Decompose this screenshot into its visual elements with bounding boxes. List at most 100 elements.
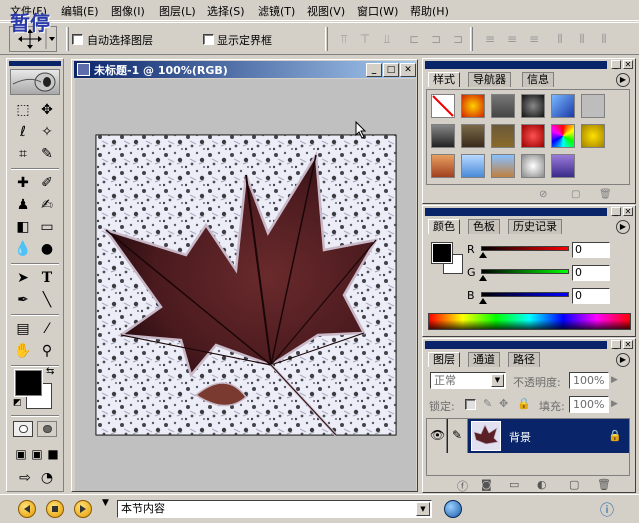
imageready-icon[interactable]: ◔ <box>36 467 58 489</box>
layer-visibility-cell[interactable]: 👁 <box>427 419 447 453</box>
clear-style-icon[interactable]: ⊘ <box>539 189 547 200</box>
style-swatch[interactable] <box>521 124 545 148</box>
play-button[interactable] <box>74 500 92 518</box>
screen-mode-full-icon[interactable]: ■ <box>42 443 64 465</box>
foreground-color-swatch[interactable] <box>15 370 42 396</box>
delete-layer-icon[interactable]: 🗑 <box>597 478 611 491</box>
section-select[interactable]: 本节内容 ▼ <box>117 500 432 518</box>
tab-styles[interactable]: 样式 <box>428 72 460 87</box>
close-button[interactable]: ✕ <box>400 63 416 77</box>
color-palette-menu-icon[interactable]: ▶ <box>616 220 630 234</box>
styles-palette-minimize[interactable]: _ <box>611 60 621 69</box>
color-palette-minimize[interactable]: _ <box>611 207 621 216</box>
style-swatch[interactable] <box>581 94 605 118</box>
distribute-bottom-icon[interactable]: ≡ <box>524 28 544 50</box>
distribute-left-icon[interactable]: ⦀ <box>550 28 570 50</box>
pen-tool-icon[interactable]: ✒ <box>12 289 34 311</box>
style-swatch[interactable] <box>491 154 515 178</box>
zoom-tool-icon[interactable]: ⚲ <box>36 340 58 362</box>
blend-mode-select[interactable]: 正常 ▼ <box>430 372 506 389</box>
layer-style-icon[interactable]: ⓕ <box>457 478 468 494</box>
info-icon[interactable]: ⓘ <box>600 500 614 520</box>
tab-layers[interactable]: 图层 <box>428 352 460 367</box>
fill-arrow-icon[interactable]: ▶ <box>611 399 618 409</box>
photoshop-logo[interactable] <box>10 69 60 95</box>
magic-wand-tool-icon[interactable]: ✧ <box>36 121 58 143</box>
show-bounds-checkbox[interactable] <box>203 34 214 45</box>
style-swatch[interactable] <box>551 94 575 118</box>
style-swatch[interactable] <box>521 154 545 178</box>
auto-select-checkbox[interactable] <box>72 34 83 45</box>
line-tool-icon[interactable]: ╲ <box>36 289 58 311</box>
layer-row-background[interactable]: 👁 ✎ 背景 🔒 <box>427 419 629 453</box>
chevron-down-icon[interactable]: ▼ <box>416 502 430 516</box>
distribute-right-icon[interactable]: ⦀ <box>594 28 614 50</box>
layer-brush-cell[interactable]: ✎ <box>448 419 468 453</box>
eraser-tool-icon[interactable]: ◧ <box>12 216 34 238</box>
fill-field[interactable]: 100% <box>569 396 609 413</box>
menu-view[interactable]: 视图(V) <box>307 3 345 19</box>
layer-name[interactable]: 背景 <box>509 429 531 445</box>
style-swatch[interactable] <box>551 154 575 178</box>
lock-move-icon[interactable]: ✥ <box>499 397 508 410</box>
swap-colors-icon[interactable]: ⇆ <box>46 366 54 377</box>
tab-channels[interactable]: 通道 <box>468 352 500 367</box>
path-selection-tool-icon[interactable]: ➤ <box>12 267 34 289</box>
type-tool-icon[interactable]: T <box>36 267 58 289</box>
move-tool-icon[interactable]: ✥ <box>36 99 58 121</box>
style-swatch[interactable] <box>431 124 455 148</box>
opacity-field[interactable]: 100% <box>569 372 609 389</box>
blue-slider-knob[interactable] <box>479 298 487 304</box>
blue-value-field[interactable]: 0 <box>572 288 610 304</box>
lock-transparency-checkbox[interactable] <box>465 399 476 410</box>
clone-stamp-tool-icon[interactable]: ♟ <box>12 194 34 216</box>
tab-swatches[interactable]: 色板 <box>468 219 500 234</box>
style-swatch[interactable] <box>461 94 485 118</box>
chevron-down-icon[interactable]: ▼ <box>491 374 504 387</box>
blue-channel-slider[interactable] <box>481 292 569 297</box>
green-value-field[interactable]: 0 <box>572 265 610 281</box>
style-swatch[interactable] <box>431 154 455 178</box>
leaf-artwork[interactable] <box>75 79 416 491</box>
style-none-swatch[interactable] <box>431 94 455 118</box>
menu-help[interactable]: 帮助(H) <box>410 3 449 19</box>
style-swatch[interactable] <box>491 124 515 148</box>
toolbox-titlebar[interactable] <box>9 61 61 66</box>
align-right-icon[interactable]: ⊐ <box>448 28 468 50</box>
distribute-hcenter-icon[interactable]: ⦀ <box>572 28 592 50</box>
previous-button[interactable] <box>18 500 36 518</box>
distribute-vcenter-icon[interactable]: ≡ <box>502 28 522 50</box>
healing-brush-tool-icon[interactable]: ✚ <box>12 172 34 194</box>
blur-tool-icon[interactable]: 💧 <box>12 238 34 260</box>
color-spectrum-ramp[interactable] <box>428 313 631 330</box>
align-top-icon[interactable]: ⫪ <box>334 28 354 50</box>
tab-paths[interactable]: 路径 <box>508 352 540 367</box>
style-swatch[interactable] <box>461 154 485 178</box>
align-left-icon[interactable]: ⊏ <box>404 28 424 50</box>
menu-image[interactable]: 图像(I) <box>111 3 145 19</box>
history-brush-tool-icon[interactable]: ✍ <box>36 194 58 216</box>
globe-icon[interactable] <box>444 500 462 518</box>
red-value-field[interactable]: 0 <box>572 242 610 258</box>
style-swatch[interactable] <box>461 124 485 148</box>
minimize-button[interactable]: _ <box>366 63 382 77</box>
color-palette-close[interactable]: ✕ <box>623 207 633 216</box>
jump-to-imageready-icon[interactable]: ⇨ <box>14 467 36 489</box>
lock-all-icon[interactable]: 🔒 <box>517 397 531 410</box>
adjustment-layer-icon[interactable]: ◐ <box>537 478 547 491</box>
red-channel-slider[interactable] <box>481 246 569 251</box>
default-colors-icon[interactable]: ◩ <box>13 398 22 408</box>
style-swatch[interactable] <box>581 124 605 148</box>
menu-edit[interactable]: 编辑(E) <box>61 3 99 19</box>
color-foreground-swatch[interactable] <box>431 242 453 264</box>
menu-arrow-icon[interactable]: ▼ <box>102 498 109 508</box>
tab-navigator[interactable]: 导航器 <box>468 72 511 87</box>
canvas-area[interactable] <box>75 79 416 491</box>
styles-palette-close[interactable]: ✕ <box>623 60 633 69</box>
document-titlebar[interactable]: 未标题-1 @ 100%(RGB) _ □ ✕ <box>74 61 416 78</box>
menu-filter[interactable]: 滤镜(T) <box>258 3 295 19</box>
dodge-tool-icon[interactable]: ● <box>36 238 58 260</box>
tab-color[interactable]: 颜色 <box>428 219 460 234</box>
color-palette-titlebar[interactable] <box>425 208 607 216</box>
layer-mask-icon[interactable]: ◙ <box>481 478 492 491</box>
